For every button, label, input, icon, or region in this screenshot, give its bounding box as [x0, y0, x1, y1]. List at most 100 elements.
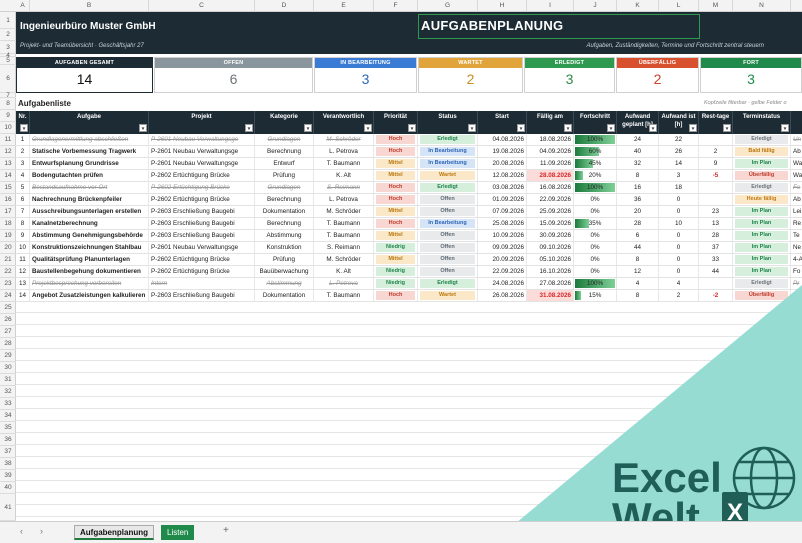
cell-plan[interactable]: 20 — [617, 206, 659, 217]
cell-owner[interactable]: M. Schröder — [314, 254, 374, 265]
cell-progress[interactable]: 0% — [574, 254, 617, 265]
cell-actual[interactable]: 14 — [659, 158, 699, 169]
cell-start[interactable]: 12.08.2026 — [478, 170, 527, 181]
row-header[interactable]: 23 — [0, 278, 16, 290]
row-header[interactable]: 31 — [0, 374, 16, 386]
row-header[interactable]: 35 — [0, 422, 16, 434]
cell-due[interactable]: 09.10.2026 — [527, 242, 574, 253]
cell-plan[interactable]: 8 — [617, 170, 659, 181]
row-header[interactable]: 10 — [0, 122, 16, 134]
cell-status[interactable]: Wartet — [418, 170, 478, 181]
cell-category[interactable]: Prüfung — [255, 254, 314, 265]
cell-task[interactable]: Baustellenbegehung dokumentieren — [30, 266, 149, 277]
cell-owner[interactable]: L. Petrova — [314, 278, 374, 289]
table-row[interactable]: 3 Entwurfsplanung Grundrisse P-2601 Neubau… — [16, 158, 802, 170]
cell-plan[interactable]: 6 — [617, 230, 659, 241]
cell-task[interactable]: Qualitätsprüfung Planunterlagen — [30, 254, 149, 265]
cell-category[interactable]: Grundlagen — [255, 134, 314, 145]
cell-category[interactable]: Dokumentation — [255, 290, 314, 301]
cell-category[interactable]: Abstimmung — [255, 230, 314, 241]
cell-terminstatus[interactable]: Im Plan — [733, 254, 791, 265]
cell-priority[interactable]: Mittel — [374, 206, 418, 217]
cell-rest[interactable]: 44 — [699, 266, 733, 277]
table-row[interactable]: 6 Nachrechnung Brückenpfeiler P-2602 Ertüc… — [16, 194, 802, 206]
table-row[interactable]: 14 Angebot Zusatzleistungen kalkulieren P-… — [16, 290, 802, 302]
row-header[interactable]: 38 — [0, 458, 16, 470]
column-header[interactable]: B — [30, 0, 149, 12]
cell-category[interactable]: Prüfung — [255, 170, 314, 181]
row-header[interactable]: 15 — [0, 182, 16, 194]
cell-task[interactable]: Ausschreibungsunterlagen erstellen — [30, 206, 149, 217]
cell-status[interactable]: Erledigt — [418, 182, 478, 193]
cell-start[interactable]: 19.08.2026 — [478, 146, 527, 157]
cell-due[interactable]: 15.09.2026 — [527, 218, 574, 229]
cell-owner[interactable]: T. Baumann — [314, 158, 374, 169]
cell-start[interactable]: 24.08.2026 — [478, 278, 527, 289]
empty-row[interactable] — [16, 398, 802, 409]
cell-rest[interactable]: 37 — [699, 242, 733, 253]
cell-plan[interactable]: 12 — [617, 266, 659, 277]
filter-dropdown-icon[interactable]: ▾ — [304, 124, 312, 132]
empty-row[interactable] — [16, 386, 802, 397]
cell-rest[interactable]: 23 — [699, 206, 733, 217]
cell-note[interactable]: Un — [791, 134, 802, 145]
cell-task[interactable]: Abstimmung Genehmigungsbehörde — [30, 230, 149, 241]
table-row[interactable]: 2 Statische Vorbemessung Tragwerk P-2601 N… — [16, 146, 802, 158]
cell-status[interactable]: Erledigt — [418, 134, 478, 145]
cell-start[interactable]: 20.08.2026 — [478, 158, 527, 169]
column-header[interactable]: C — [149, 0, 255, 12]
add-sheet-button[interactable]: + — [223, 525, 229, 536]
row-header[interactable]: 39 — [0, 470, 16, 482]
filter-dropdown-icon[interactable]: ▾ — [139, 124, 147, 132]
column-header[interactable]: M — [699, 0, 733, 12]
cell-terminstatus[interactable]: Erledigt — [733, 182, 791, 193]
cell-start[interactable]: 01.09.2026 — [478, 194, 527, 205]
cell-progress[interactable]: 0% — [574, 206, 617, 217]
cell-note[interactable]: Ne — [791, 242, 802, 253]
cell-progress[interactable]: 0% — [574, 242, 617, 253]
cell-progress[interactable]: 45% — [574, 158, 617, 169]
table-row[interactable]: 7 Ausschreibungsunterlagen erstellen P-260… — [16, 206, 802, 218]
cell-progress[interactable]: 0% — [574, 266, 617, 277]
cell-due[interactable]: 30.09.2026 — [527, 230, 574, 241]
tab-aufgabenplanung[interactable]: Aufgabenplanung — [74, 525, 154, 540]
cell-task[interactable]: Bodengutachten prüfen — [30, 170, 149, 181]
cell-project[interactable]: Intern — [149, 278, 255, 289]
cell-status[interactable]: In Bearbeitung — [418, 218, 478, 229]
cell-terminstatus[interactable]: Überfällig — [733, 170, 791, 181]
cell-project[interactable]: P-2603 Erschließung Baugebi — [149, 218, 255, 229]
cell-priority[interactable]: Niedrig — [374, 278, 418, 289]
empty-row[interactable] — [16, 350, 802, 361]
cell-owner[interactable]: L. Petrova — [314, 194, 374, 205]
cell-owner[interactable]: M. Schröder — [314, 206, 374, 217]
cell-rest[interactable]: 9 — [699, 158, 733, 169]
empty-row[interactable] — [16, 482, 802, 493]
cell-due[interactable]: 28.08.2026 — [527, 170, 574, 181]
row-header[interactable]: 19 — [0, 230, 16, 242]
row-header[interactable]: 8 — [0, 98, 16, 110]
cell-rest[interactable] — [699, 278, 733, 289]
cell-priority[interactable]: Hoch — [374, 146, 418, 157]
cell-actual[interactable]: 18 — [659, 182, 699, 193]
cell-terminstatus[interactable]: Überfällig — [733, 290, 791, 301]
cell-note[interactable]: Ab — [791, 194, 802, 205]
filter-dropdown-icon[interactable]: ▾ — [649, 124, 657, 132]
cell-priority[interactable]: Hoch — [374, 194, 418, 205]
row-header[interactable]: 2 — [0, 29, 16, 41]
cell-project[interactable]: P-2601 Neubau Verwaltungsge — [149, 242, 255, 253]
cell-task[interactable]: Bestandsaufnahme vor Ort — [30, 182, 149, 193]
row-header[interactable]: 21 — [0, 254, 16, 266]
cell-task[interactable]: Angebot Zusatzleistungen kalkulieren — [30, 290, 149, 301]
cell-plan[interactable]: 8 — [617, 290, 659, 301]
cell-terminstatus[interactable]: Im Plan — [733, 266, 791, 277]
cell-start[interactable]: 22.09.2026 — [478, 266, 527, 277]
cell-due[interactable]: 27.08.2026 — [527, 278, 574, 289]
empty-row[interactable] — [16, 494, 802, 505]
cell-project[interactable]: P-2602 Ertüchtigung Brücke — [149, 266, 255, 277]
row-header[interactable]: 5 — [0, 57, 16, 65]
cell-progress[interactable]: 0% — [574, 194, 617, 205]
cell-plan[interactable]: 4 — [617, 278, 659, 289]
empty-row[interactable] — [16, 410, 802, 421]
cell-status[interactable]: Offen — [418, 194, 478, 205]
cell-start[interactable]: 07.09.2026 — [478, 206, 527, 217]
